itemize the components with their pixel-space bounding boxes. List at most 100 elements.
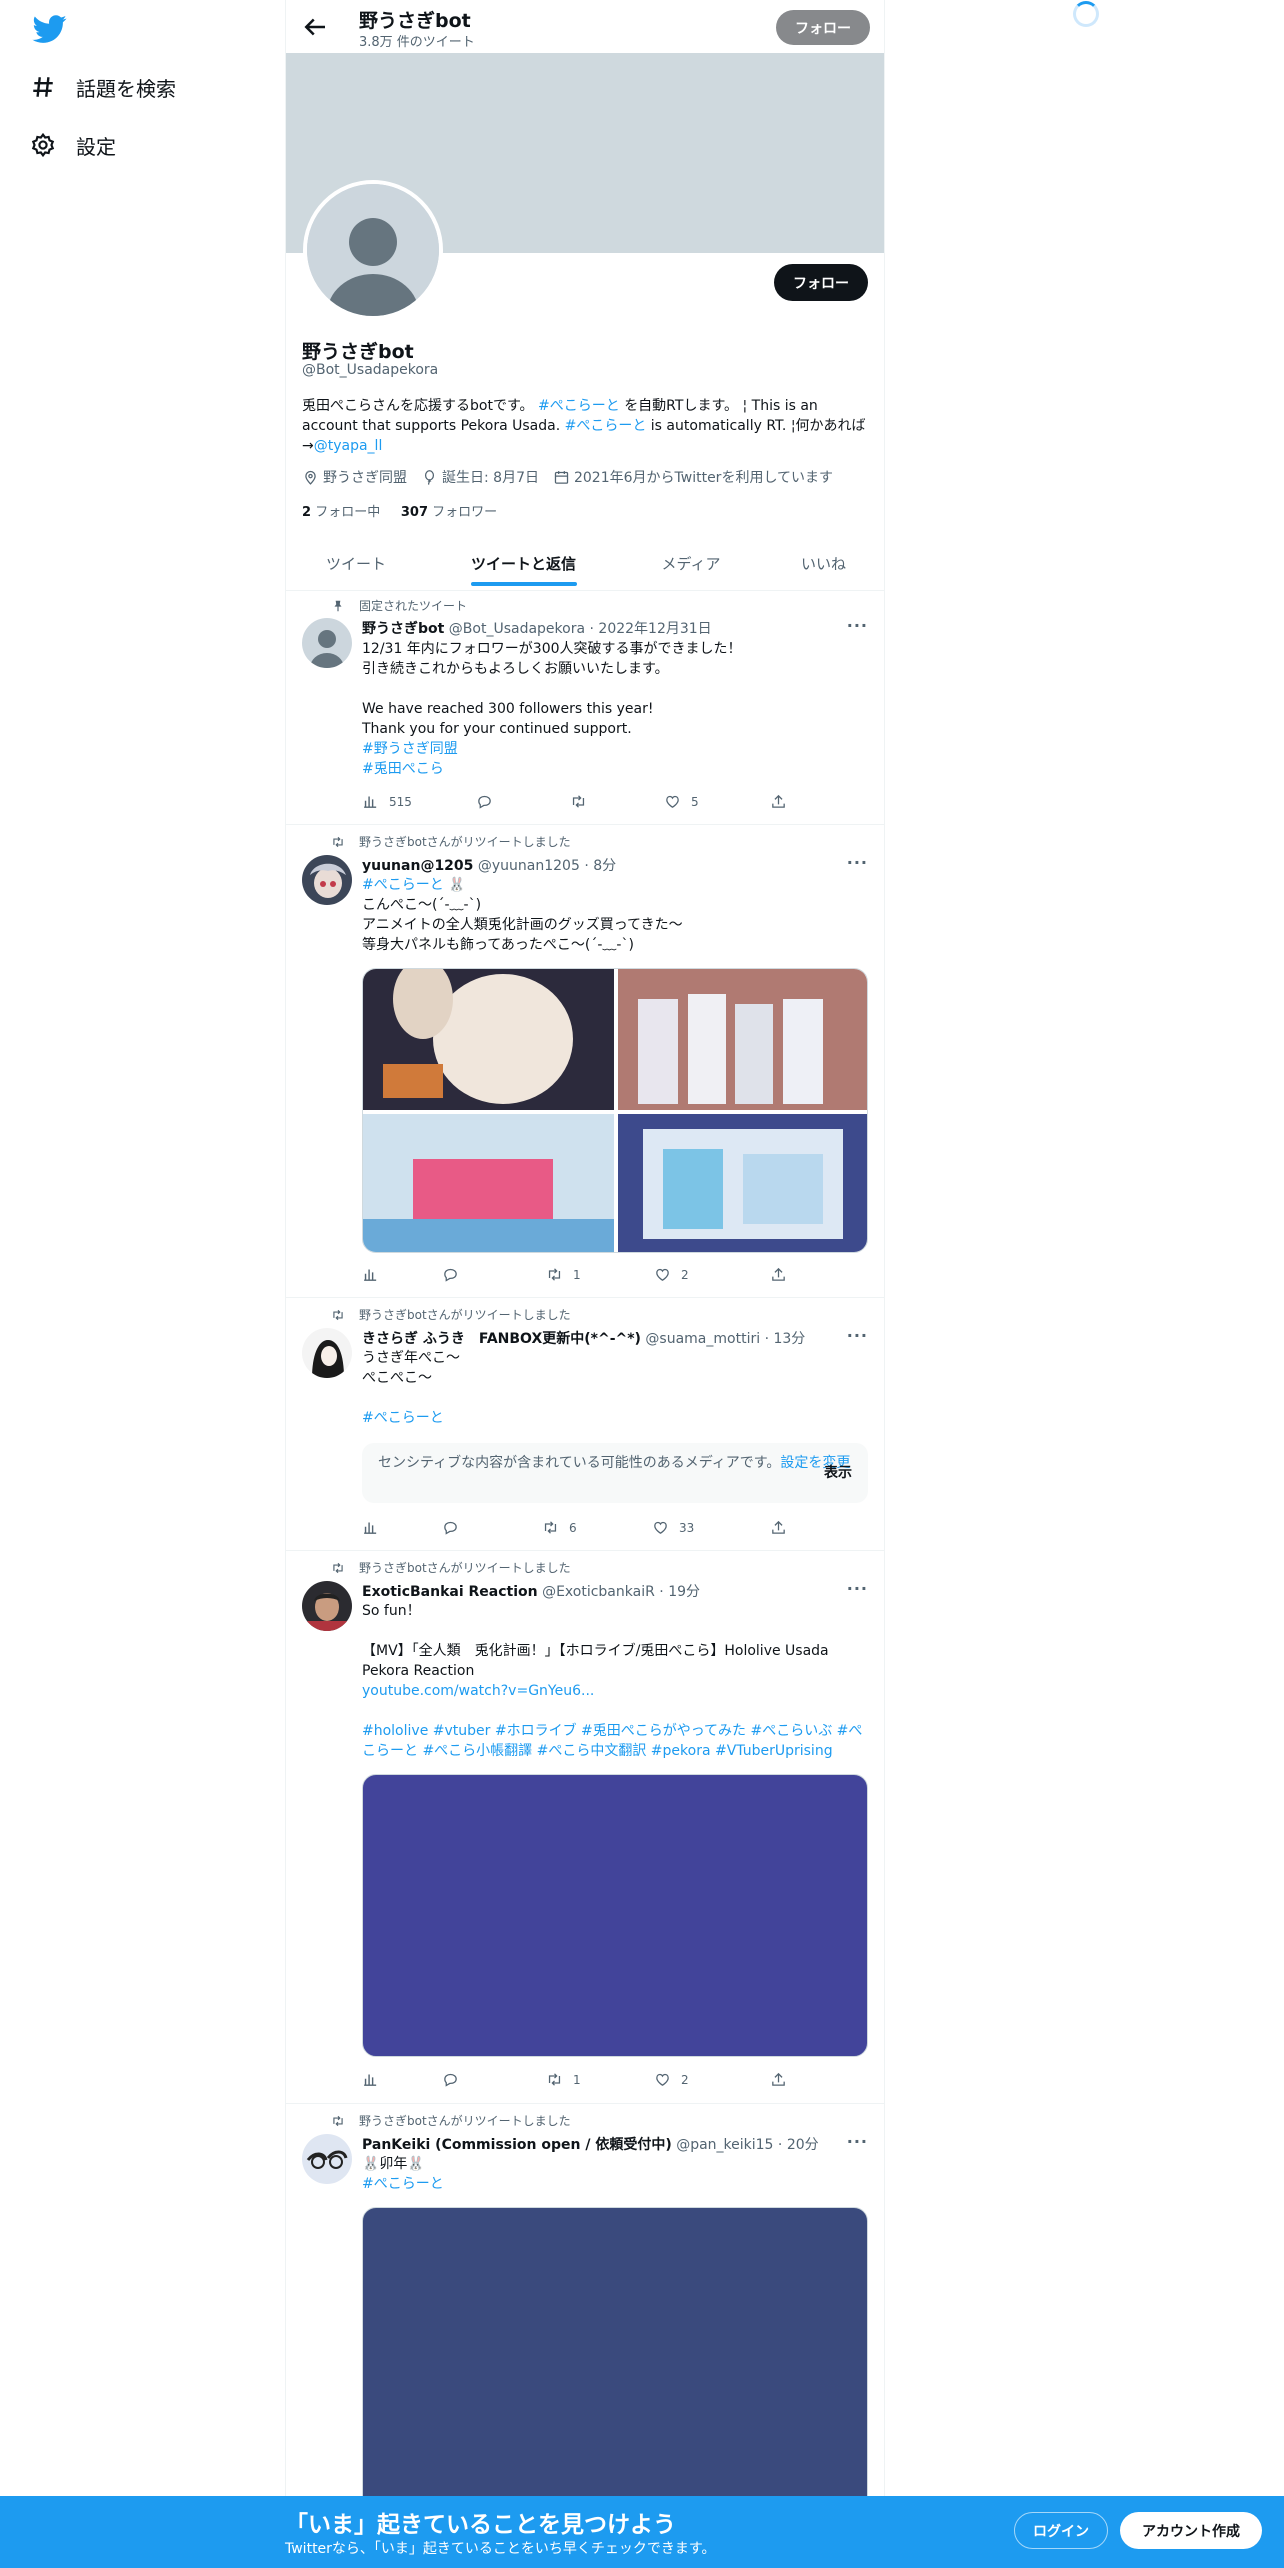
pinned-label: 固定されたツイート bbox=[359, 599, 468, 613]
nav-explore[interactable]: 話題を検索 bbox=[30, 62, 176, 112]
profile-handle: @Bot_Usadapekora bbox=[302, 362, 439, 378]
retweet-button[interactable]: 6 bbox=[542, 1519, 577, 1536]
retweeted-by[interactable]: 野うさぎbotさんがリツイートしました bbox=[359, 2112, 571, 2129]
retweeted-by[interactable]: 野うさぎbotさんがリツイートしました bbox=[359, 833, 571, 850]
more-options-icon[interactable]: ··· bbox=[847, 616, 868, 635]
video-thumbnail[interactable] bbox=[362, 1774, 868, 2057]
more-options-icon[interactable]: ··· bbox=[847, 2132, 868, 2151]
author-handle[interactable]: @yuunan1205 bbox=[478, 858, 580, 874]
retweeted-by[interactable]: 野うさぎbotさんがリツイートしました bbox=[359, 1559, 571, 1576]
sensitive-media-notice: センシティブな内容が含まれている可能性のあるメディアです。設定を変更 表示 bbox=[362, 1443, 868, 1503]
nav-settings[interactable]: 設定 bbox=[30, 120, 116, 170]
reply-button[interactable] bbox=[442, 2071, 469, 2088]
tab-media[interactable]: メディア bbox=[621, 535, 761, 591]
profile-tabs: ツイート ツイートと返信 メディア いいね bbox=[286, 535, 884, 591]
like-count: 5 bbox=[691, 794, 699, 809]
media-photos[interactable] bbox=[363, 969, 868, 1253]
tweet-header: きさらぎ ふうき FANBOX更新中(*^-^*) @suama_mottiri… bbox=[362, 1328, 805, 1348]
tweet-line: うさぎ年ぺこ～ bbox=[362, 1350, 460, 1366]
views-button[interactable] bbox=[362, 1519, 389, 1536]
show-media-button[interactable]: 表示 bbox=[824, 1463, 852, 1483]
tweet-time[interactable]: 8分 bbox=[593, 858, 616, 874]
hashtag-link[interactable]: #野うさぎ同盟 bbox=[362, 739, 872, 759]
like-button[interactable]: 2 bbox=[654, 1266, 689, 1283]
retweet-icon bbox=[333, 836, 343, 847]
hashtag-link[interactable]: #ぺこらーと bbox=[362, 877, 444, 893]
bio-hashtag-link[interactable]: #ぺこらーと bbox=[565, 418, 647, 434]
share-button[interactable] bbox=[770, 2071, 797, 2088]
more-options-icon[interactable]: ··· bbox=[847, 1326, 868, 1345]
hashtags-link[interactable]: #hololive #vtuber #ホロライブ #兎田ぺこらがやってみた #ぺ… bbox=[362, 1721, 872, 1761]
more-options-icon[interactable]: ··· bbox=[847, 853, 868, 872]
hashtag-link[interactable]: #ぺこらーと bbox=[362, 1408, 872, 1428]
tweet[interactable]: 固定されたツイート 野うさぎbot @Bot_Usadapekora · 202… bbox=[286, 592, 884, 825]
tweet-avatar[interactable] bbox=[302, 1581, 352, 1631]
tab-likes[interactable]: いいね bbox=[761, 535, 884, 591]
url-link[interactable]: youtube.com/watch?v=GnYeu6... bbox=[362, 1681, 872, 1701]
profile-name: 野うさぎbot bbox=[302, 341, 414, 363]
hashtag-link[interactable]: #兎田ぺこら bbox=[362, 759, 872, 779]
tweet-avatar[interactable] bbox=[302, 855, 352, 905]
author-handle[interactable]: @suama_mottiri bbox=[645, 1331, 760, 1347]
tweet-avatar[interactable] bbox=[302, 1328, 352, 1378]
reply-button[interactable] bbox=[476, 793, 503, 810]
tweet-avatar[interactable] bbox=[302, 618, 352, 668]
tweet-time[interactable]: 19分 bbox=[668, 1584, 700, 1600]
views-button[interactable] bbox=[362, 1266, 389, 1283]
like-button[interactable]: 33 bbox=[652, 1519, 694, 1536]
retweet-icon bbox=[333, 1562, 343, 1573]
tweet-time[interactable]: 2022年12月31日 bbox=[598, 621, 711, 637]
tweet-avatar[interactable] bbox=[302, 2134, 352, 2184]
views-button[interactable] bbox=[362, 2071, 389, 2088]
share-button[interactable] bbox=[770, 1266, 797, 1283]
author-handle[interactable]: @Bot_Usadapekora bbox=[449, 621, 585, 637]
retweet-context: 野うさぎbotさんがリツイートしました bbox=[333, 2112, 571, 2129]
avatar-image bbox=[302, 1581, 352, 1631]
retweet-button[interactable]: 1 bbox=[546, 2071, 581, 2088]
media-grid bbox=[362, 968, 868, 1253]
share-button[interactable] bbox=[770, 1519, 797, 1536]
author-name[interactable]: ExoticBankai Reaction bbox=[362, 1584, 538, 1600]
bio-mention-link[interactable]: @tyapa_ll bbox=[314, 438, 383, 454]
tweet-time[interactable]: 20分 bbox=[787, 2137, 819, 2153]
bar-chart-icon bbox=[364, 1522, 377, 1534]
avatar-image bbox=[302, 855, 352, 905]
twitter-logo-icon[interactable] bbox=[30, 12, 70, 46]
tweet[interactable]: 野うさぎbotさんがリツイートしました yuunan@1205 @yuunan1… bbox=[286, 825, 884, 1298]
gear-icon bbox=[31, 132, 55, 158]
like-button[interactable]: 5 bbox=[664, 793, 699, 810]
author-handle[interactable]: @pan_keiki15 bbox=[676, 2137, 773, 2153]
following-link[interactable]: 2 フォロー中 bbox=[302, 505, 380, 520]
signup-button[interactable]: アカウント作成 bbox=[1120, 2512, 1262, 2549]
bio-hashtag-link[interactable]: #ぺこらーと bbox=[538, 398, 620, 414]
author-name[interactable]: PanKeiki (Commission open / 依頼受付中) bbox=[362, 2137, 672, 2153]
views-button[interactable]: 515 bbox=[362, 793, 412, 810]
hashtag-link[interactable]: #ぺこらーと bbox=[362, 2174, 872, 2194]
author-name[interactable]: きさらぎ ふうき FANBOX更新中(*^-^*) bbox=[362, 1331, 641, 1347]
tab-tweets[interactable]: ツイート bbox=[286, 535, 426, 591]
retweet-button[interactable] bbox=[570, 793, 597, 810]
reply-button[interactable] bbox=[442, 1266, 469, 1283]
retweet-context: 野うさぎbotさんがリツイートしました bbox=[333, 1306, 571, 1323]
tweet-time[interactable]: 13分 bbox=[773, 1331, 805, 1347]
retweeted-by[interactable]: 野うさぎbotさんがリツイートしました bbox=[359, 1306, 571, 1323]
login-button[interactable]: ログイン bbox=[1014, 2512, 1108, 2549]
tweet-line: 引き続きこれからもよろしくお願いいたします。 bbox=[362, 661, 669, 677]
author-name[interactable]: yuunan@1205 bbox=[362, 858, 473, 874]
tweet[interactable]: 野うさぎbotさんがリツイートしました きさらぎ ふうき FANBOX更新中(*… bbox=[286, 1298, 884, 1551]
profile-follow-button[interactable]: フォロー bbox=[774, 264, 868, 301]
profile-avatar[interactable] bbox=[303, 180, 443, 320]
more-options-icon[interactable]: ··· bbox=[847, 1579, 868, 1598]
retweet-button[interactable]: 1 bbox=[546, 1266, 581, 1283]
reply-button[interactable] bbox=[442, 1519, 469, 1536]
followers-link[interactable]: 307 フォロワー bbox=[401, 505, 497, 520]
like-button[interactable]: 2 bbox=[654, 2071, 689, 2088]
header-follow-button[interactable]: フォロー bbox=[776, 10, 870, 45]
share-button[interactable] bbox=[770, 793, 797, 810]
time-separator: · bbox=[659, 1584, 664, 1600]
tweet[interactable]: 野うさぎbotさんがリツイートしました ExoticBankai Reactio… bbox=[286, 1551, 884, 2104]
author-name[interactable]: 野うさぎbot bbox=[362, 621, 444, 637]
author-handle[interactable]: @ExoticbankaiR bbox=[542, 1584, 655, 1600]
back-arrow-icon[interactable] bbox=[300, 12, 330, 42]
tweet-line: こんぺこ～(´-﹏-`) bbox=[362, 897, 482, 913]
